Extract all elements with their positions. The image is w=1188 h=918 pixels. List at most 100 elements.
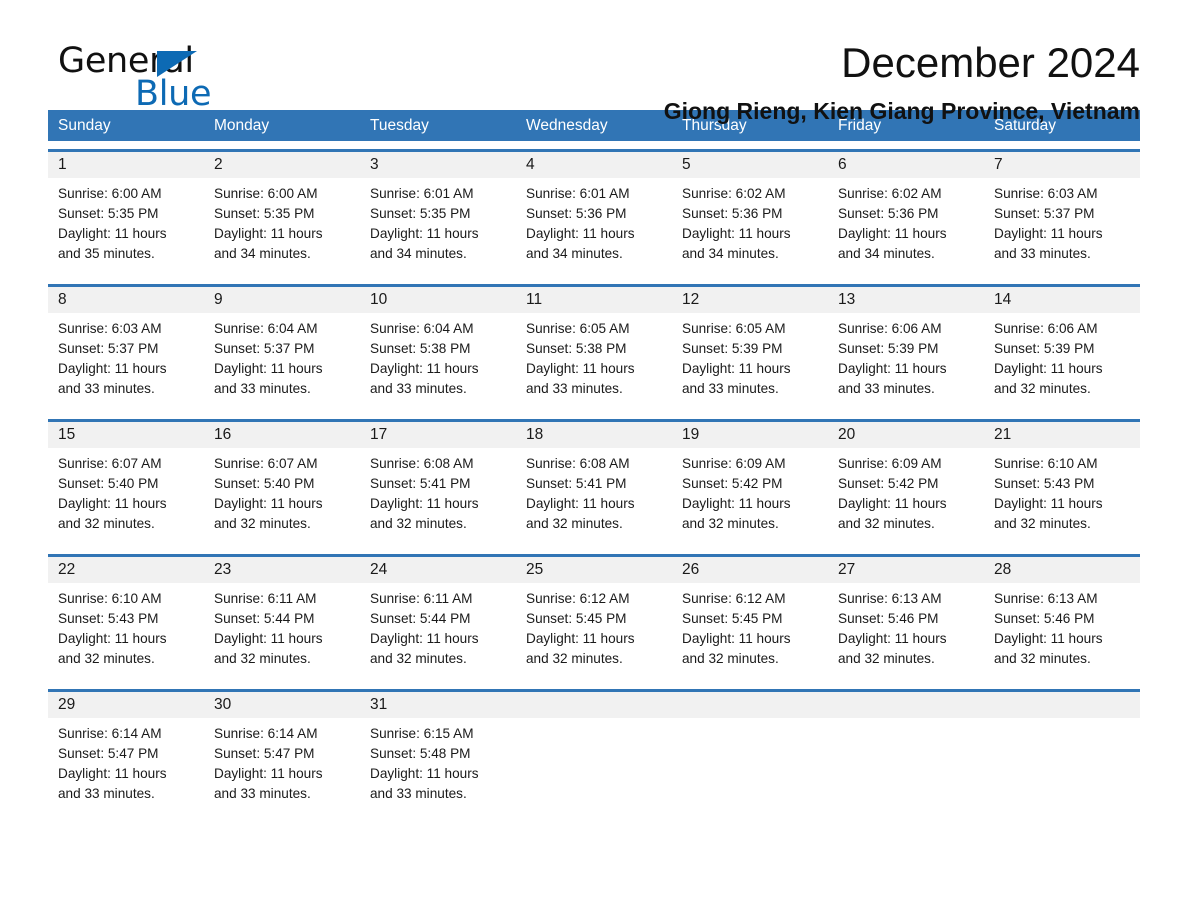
week-row: 22 23 24 25 26 27 28 Sunrise: 6:10 AM Su… (48, 554, 1140, 681)
day-number[interactable]: 24 (360, 557, 516, 583)
daylight-text-line1: Daylight: 11 hours (58, 361, 167, 376)
sunset-text: Sunset: 5:36 PM (526, 206, 627, 221)
day-number[interactable]: 10 (360, 287, 516, 313)
day-number[interactable]: 7 (984, 152, 1140, 178)
sunset-text: Sunset: 5:48 PM (370, 746, 471, 761)
sunrise-text: Sunrise: 6:13 AM (994, 591, 1098, 606)
sunrise-text: Sunrise: 6:05 AM (682, 321, 786, 336)
sunrise-text: Sunrise: 6:13 AM (838, 591, 942, 606)
day-cell[interactable]: Sunrise: 6:02 AM Sunset: 5:36 PM Dayligh… (672, 178, 828, 264)
day-number[interactable]: 8 (48, 287, 204, 313)
week-info-band: Sunrise: 6:10 AM Sunset: 5:43 PM Dayligh… (48, 583, 1140, 669)
day-number-empty (672, 692, 828, 718)
day-number[interactable]: 25 (516, 557, 672, 583)
day-cell[interactable]: Sunrise: 6:12 AM Sunset: 5:45 PM Dayligh… (672, 583, 828, 669)
day-cell[interactable]: Sunrise: 6:05 AM Sunset: 5:39 PM Dayligh… (672, 313, 828, 399)
daylight-text-line1: Daylight: 11 hours (838, 496, 947, 511)
day-number[interactable]: 30 (204, 692, 360, 718)
day-cell[interactable]: Sunrise: 6:04 AM Sunset: 5:38 PM Dayligh… (360, 313, 516, 399)
day-number[interactable]: 31 (360, 692, 516, 718)
sunrise-text: Sunrise: 6:02 AM (682, 186, 786, 201)
day-cell[interactable]: Sunrise: 6:02 AM Sunset: 5:36 PM Dayligh… (828, 178, 984, 264)
week-info-band: Sunrise: 6:07 AM Sunset: 5:40 PM Dayligh… (48, 448, 1140, 534)
day-cell[interactable]: Sunrise: 6:01 AM Sunset: 5:35 PM Dayligh… (360, 178, 516, 264)
day-number[interactable]: 5 (672, 152, 828, 178)
day-cell[interactable]: Sunrise: 6:01 AM Sunset: 5:36 PM Dayligh… (516, 178, 672, 264)
day-number[interactable]: 17 (360, 422, 516, 448)
day-number[interactable]: 29 (48, 692, 204, 718)
day-number[interactable]: 1 (48, 152, 204, 178)
day-cell[interactable]: Sunrise: 6:00 AM Sunset: 5:35 PM Dayligh… (204, 178, 360, 264)
daylight-text-line2: and 33 minutes. (214, 786, 311, 801)
sunset-text: Sunset: 5:47 PM (58, 746, 159, 761)
generalblue-logo[interactable]: General Blue (58, 42, 318, 113)
day-cell[interactable]: Sunrise: 6:09 AM Sunset: 5:42 PM Dayligh… (672, 448, 828, 534)
day-cell-empty (984, 718, 1140, 804)
day-cell[interactable]: Sunrise: 6:08 AM Sunset: 5:41 PM Dayligh… (360, 448, 516, 534)
day-cell[interactable]: Sunrise: 6:10 AM Sunset: 5:43 PM Dayligh… (984, 448, 1140, 534)
daylight-text-line2: and 35 minutes. (58, 246, 155, 261)
day-number[interactable]: 11 (516, 287, 672, 313)
day-cell[interactable]: Sunrise: 6:14 AM Sunset: 5:47 PM Dayligh… (48, 718, 204, 804)
page-header: General Blue December 2024 Giong Rieng, … (48, 0, 1140, 124)
daylight-text-line2: and 34 minutes. (214, 246, 311, 261)
day-cell[interactable]: Sunrise: 6:03 AM Sunset: 5:37 PM Dayligh… (48, 313, 204, 399)
sunrise-text: Sunrise: 6:00 AM (214, 186, 318, 201)
daylight-text-line2: and 33 minutes. (58, 786, 155, 801)
day-cell[interactable]: Sunrise: 6:10 AM Sunset: 5:43 PM Dayligh… (48, 583, 204, 669)
day-cell[interactable]: Sunrise: 6:15 AM Sunset: 5:48 PM Dayligh… (360, 718, 516, 804)
week-date-band: 15 16 17 18 19 20 21 (48, 422, 1140, 448)
day-number[interactable]: 21 (984, 422, 1140, 448)
day-cell[interactable]: Sunrise: 6:03 AM Sunset: 5:37 PM Dayligh… (984, 178, 1140, 264)
daylight-text-line1: Daylight: 11 hours (526, 496, 635, 511)
day-cell[interactable]: Sunrise: 6:07 AM Sunset: 5:40 PM Dayligh… (48, 448, 204, 534)
daylight-text-line1: Daylight: 11 hours (994, 226, 1103, 241)
day-number[interactable]: 12 (672, 287, 828, 313)
sunrise-text: Sunrise: 6:09 AM (682, 456, 786, 471)
sunrise-text: Sunrise: 6:04 AM (370, 321, 474, 336)
sunset-text: Sunset: 5:42 PM (838, 476, 939, 491)
sunrise-text: Sunrise: 6:02 AM (838, 186, 942, 201)
day-cell[interactable]: Sunrise: 6:11 AM Sunset: 5:44 PM Dayligh… (360, 583, 516, 669)
day-cell[interactable]: Sunrise: 6:13 AM Sunset: 5:46 PM Dayligh… (984, 583, 1140, 669)
day-number[interactable]: 27 (828, 557, 984, 583)
sunrise-text: Sunrise: 6:01 AM (526, 186, 630, 201)
day-cell[interactable]: Sunrise: 6:05 AM Sunset: 5:38 PM Dayligh… (516, 313, 672, 399)
day-cell[interactable]: Sunrise: 6:09 AM Sunset: 5:42 PM Dayligh… (828, 448, 984, 534)
day-cell[interactable]: Sunrise: 6:00 AM Sunset: 5:35 PM Dayligh… (48, 178, 204, 264)
day-number[interactable]: 19 (672, 422, 828, 448)
day-number[interactable]: 22 (48, 557, 204, 583)
daylight-text-line1: Daylight: 11 hours (994, 496, 1103, 511)
daylight-text-line2: and 32 minutes. (526, 516, 623, 531)
day-number[interactable]: 15 (48, 422, 204, 448)
day-cell[interactable]: Sunrise: 6:12 AM Sunset: 5:45 PM Dayligh… (516, 583, 672, 669)
day-number[interactable]: 6 (828, 152, 984, 178)
day-cell[interactable]: Sunrise: 6:14 AM Sunset: 5:47 PM Dayligh… (204, 718, 360, 804)
sunrise-text: Sunrise: 6:01 AM (370, 186, 474, 201)
day-cell[interactable]: Sunrise: 6:06 AM Sunset: 5:39 PM Dayligh… (828, 313, 984, 399)
day-number[interactable]: 2 (204, 152, 360, 178)
weekday-header-sunday: Sunday (58, 117, 111, 134)
day-number[interactable]: 13 (828, 287, 984, 313)
day-number[interactable]: 14 (984, 287, 1140, 313)
day-number[interactable]: 20 (828, 422, 984, 448)
day-number[interactable]: 18 (516, 422, 672, 448)
day-number[interactable]: 26 (672, 557, 828, 583)
day-cell[interactable]: Sunrise: 6:08 AM Sunset: 5:41 PM Dayligh… (516, 448, 672, 534)
sunrise-text: Sunrise: 6:12 AM (526, 591, 630, 606)
day-number[interactable]: 16 (204, 422, 360, 448)
sunset-text: Sunset: 5:43 PM (58, 611, 159, 626)
day-number[interactable]: 23 (204, 557, 360, 583)
day-number[interactable]: 9 (204, 287, 360, 313)
daylight-text-line2: and 32 minutes. (370, 651, 467, 666)
day-number[interactable]: 3 (360, 152, 516, 178)
daylight-text-line2: and 33 minutes. (526, 381, 623, 396)
sunrise-text: Sunrise: 6:14 AM (214, 726, 318, 741)
day-cell[interactable]: Sunrise: 6:11 AM Sunset: 5:44 PM Dayligh… (204, 583, 360, 669)
day-number[interactable]: 28 (984, 557, 1140, 583)
day-cell[interactable]: Sunrise: 6:07 AM Sunset: 5:40 PM Dayligh… (204, 448, 360, 534)
day-cell[interactable]: Sunrise: 6:04 AM Sunset: 5:37 PM Dayligh… (204, 313, 360, 399)
day-cell[interactable]: Sunrise: 6:06 AM Sunset: 5:39 PM Dayligh… (984, 313, 1140, 399)
day-cell[interactable]: Sunrise: 6:13 AM Sunset: 5:46 PM Dayligh… (828, 583, 984, 669)
day-number[interactable]: 4 (516, 152, 672, 178)
